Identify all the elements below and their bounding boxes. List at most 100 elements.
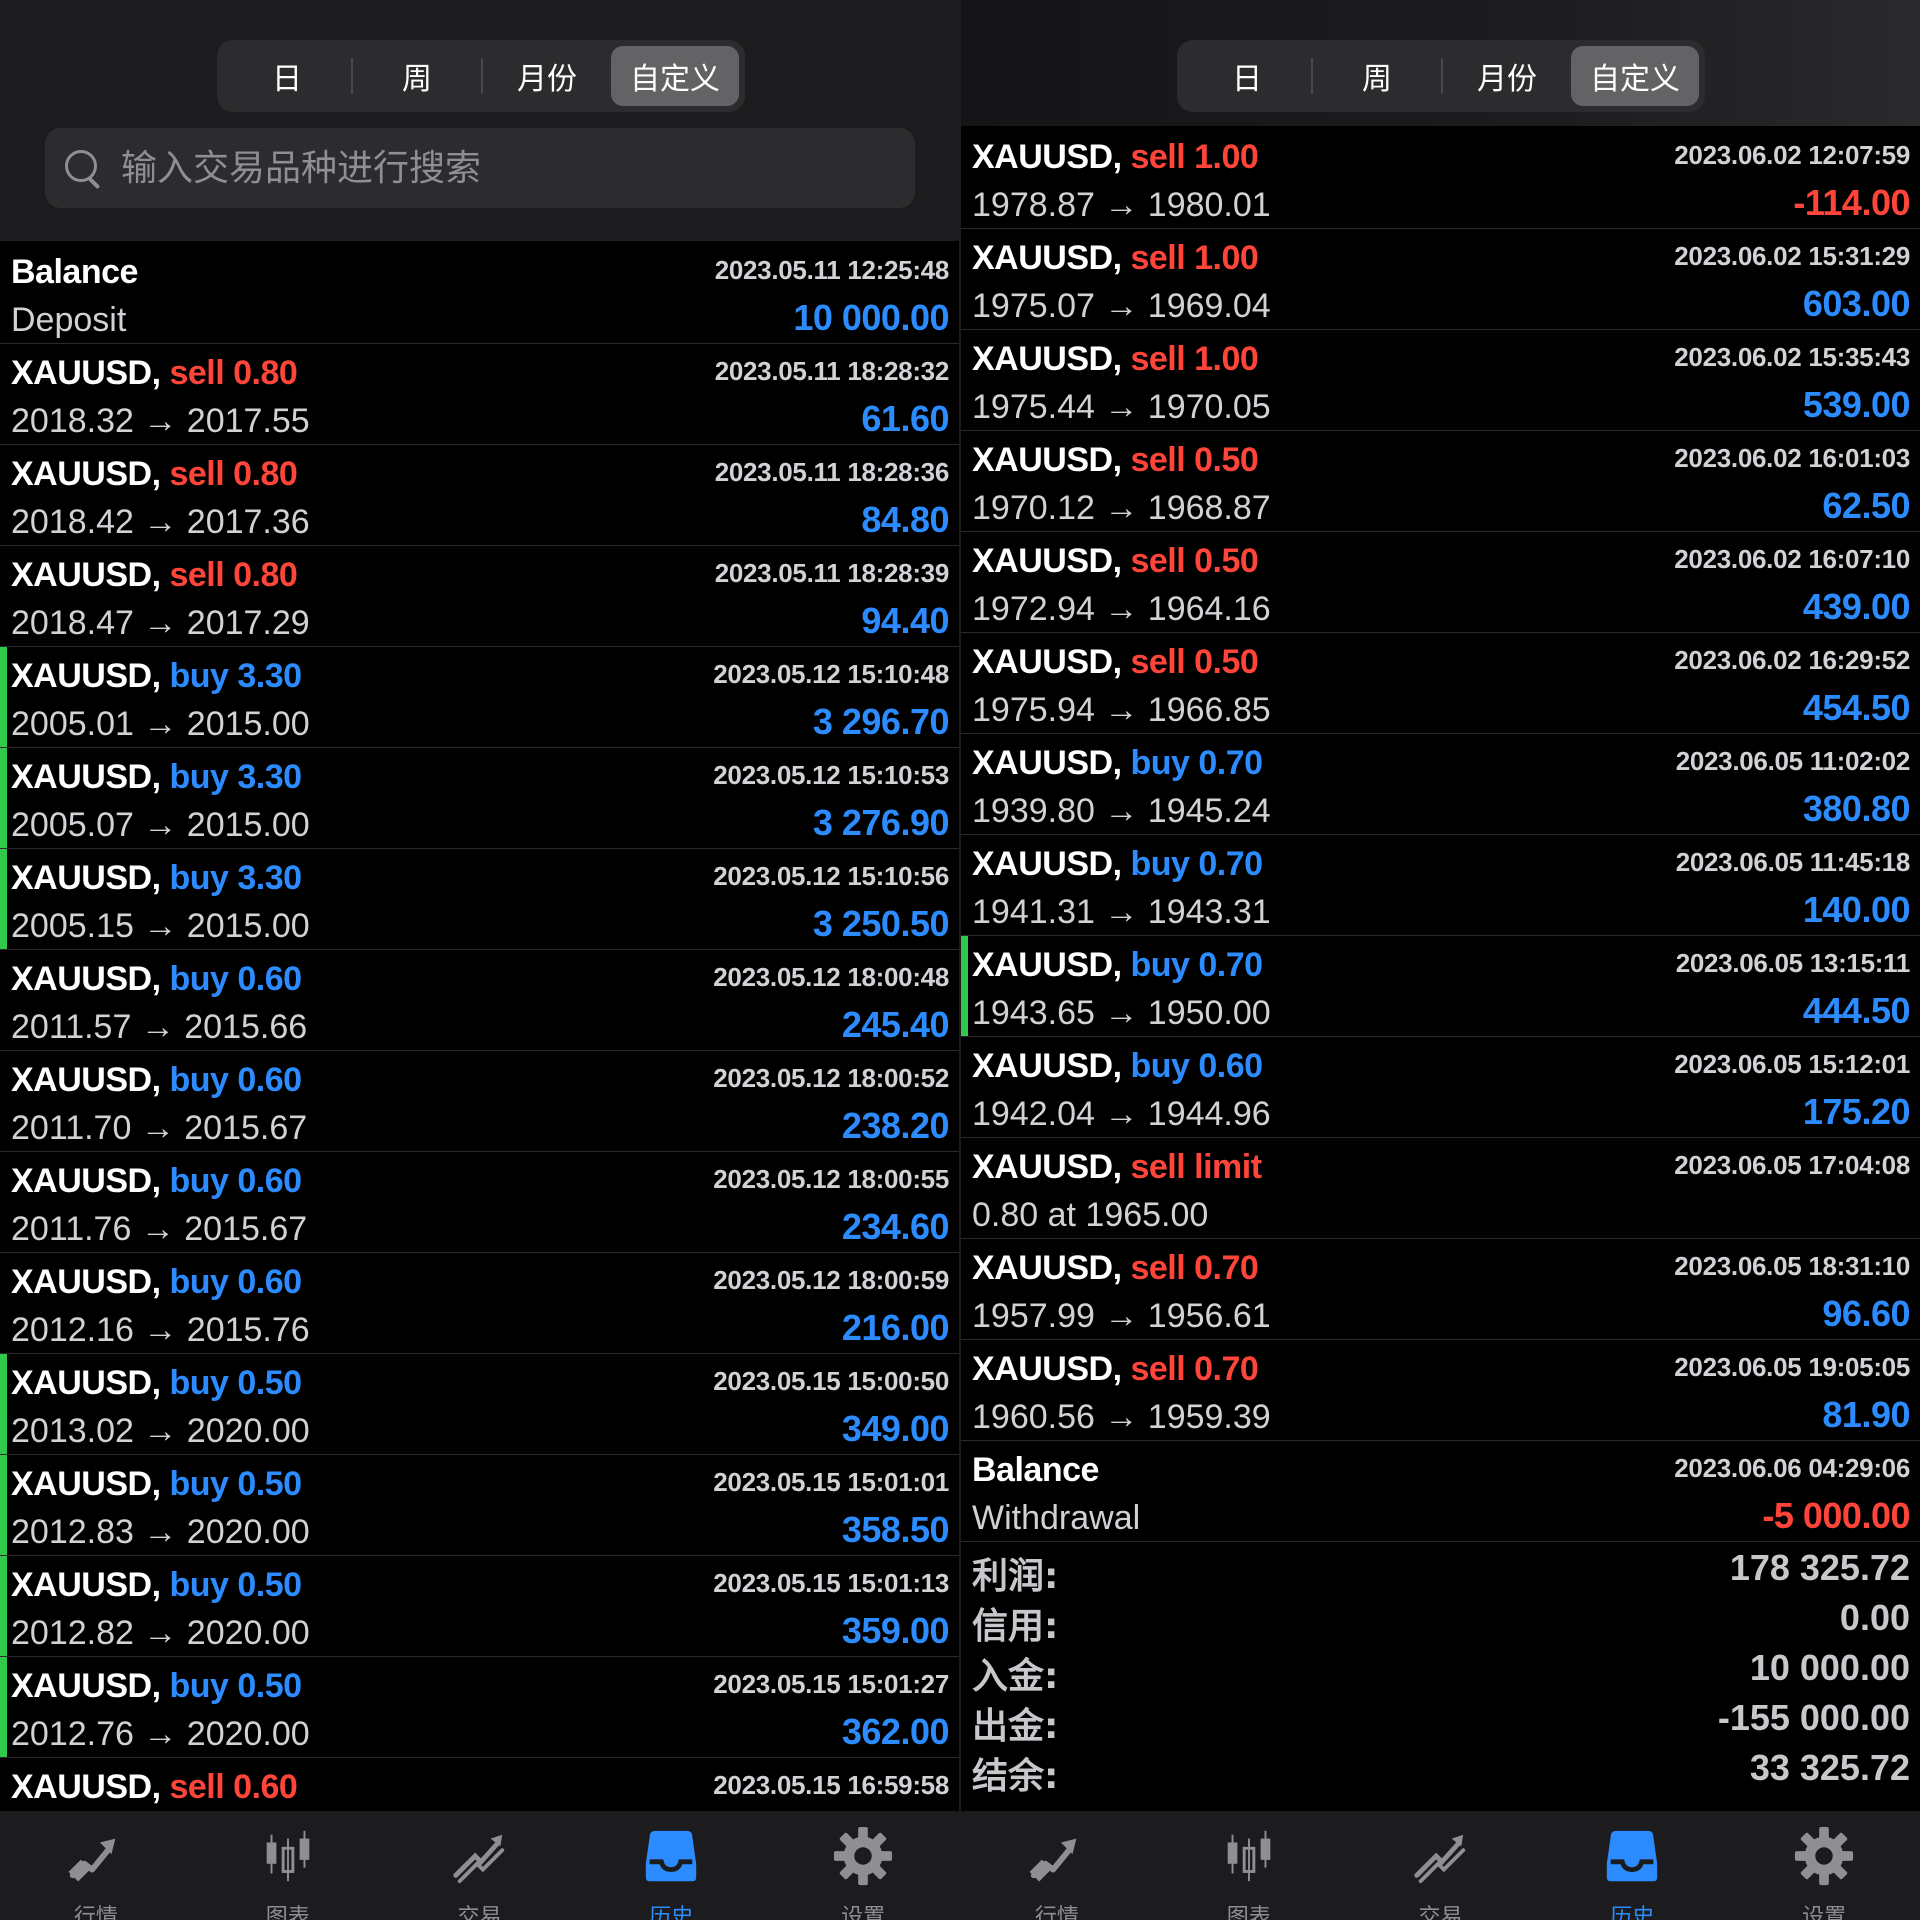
history-row[interactable]: XAUUSD, buy 0.60 2012.16 → 2015.76 2023.05… <box>0 1253 959 1354</box>
history-row[interactable]: XAUUSD, buy 3.30 2005.15 → 2015.00 2023.05… <box>0 849 959 950</box>
trade-icon <box>1409 1825 1471 1891</box>
trade-action: sell limit <box>1130 1148 1262 1186</box>
search-bar[interactable] <box>45 128 915 208</box>
row-symbol: XAUUSD, buy 0.60 <box>11 1061 302 1100</box>
symbol-separator: , <box>1112 1047 1131 1085</box>
history-row[interactable]: XAUUSD, sell 1.00 1975.44 → 1970.05 2023.0… <box>961 330 1920 431</box>
tab-trade[interactable]: 交易 <box>1345 1811 1537 1920</box>
history-row[interactable]: XAUUSD, buy 0.50 2013.02 → 2020.00 2023.05… <box>0 1354 959 1455</box>
history-row[interactable]: Balance Deposit 2023.05.11 12:25:48 10 000.… <box>0 243 959 344</box>
row-symbol: XAUUSD, buy 3.30 <box>11 657 302 696</box>
history-row[interactable]: XAUUSD, sell 0.50 1972.94 → 1964.16 2023.0… <box>961 532 1920 633</box>
trade-action: sell 1.00 <box>1130 138 1259 176</box>
symbol-separator: , <box>1112 239 1131 277</box>
period-segmented-control: 日 周 月份 自定义 <box>1177 40 1705 112</box>
segment-month[interactable]: 月份 <box>483 46 611 106</box>
history-row[interactable]: XAUUSD, sell 0.80 2018.47 → 2017.29 2023.0… <box>0 546 959 647</box>
row-timestamp: 2023.06.02 12:07:59 <box>1674 140 1910 170</box>
tab-settings[interactable]: 设置 <box>1728 1811 1920 1920</box>
history-row[interactable]: XAUUSD, buy 0.70 1941.31 → 1943.31 2023.06… <box>961 835 1920 936</box>
segment-month[interactable]: 月份 <box>1443 46 1571 106</box>
history-row[interactable]: Balance Withdrawal 2023.06.06 04:29:06 -5 0… <box>961 1441 1920 1542</box>
history-row[interactable]: XAUUSD, sell 0.50 1975.94 → 1966.85 2023.0… <box>961 633 1920 734</box>
row-prices: 2005.01 → 2015.00 <box>11 705 310 743</box>
row-symbol: XAUUSD, buy 0.70 <box>972 946 1263 985</box>
history-row[interactable]: XAUUSD, buy 0.60 2011.57 → 2015.66 2023.05… <box>0 950 959 1051</box>
tab-chart[interactable]: 图表 <box>192 1811 384 1920</box>
symbol-name: XAUUSD <box>972 138 1113 176</box>
segment-day[interactable]: 日 <box>1183 46 1311 106</box>
tab-chart[interactable]: 图表 <box>1153 1811 1345 1920</box>
row-timestamp: 2023.06.05 17:04:08 <box>1674 1150 1910 1180</box>
history-row[interactable]: XAUUSD, sell limit 0.80 at 1965.00 2023.06… <box>961 1138 1920 1239</box>
tab-trade[interactable]: 交易 <box>384 1811 576 1920</box>
symbol-name: XAUUSD <box>972 1047 1113 1085</box>
symbol-separator: , <box>151 1263 170 1301</box>
symbol-name: XAUUSD <box>972 643 1113 681</box>
history-row[interactable]: XAUUSD, sell 1.00 1978.87 → 1980.01 2023.0… <box>961 128 1920 229</box>
history-list: Balance Deposit 2023.05.11 12:25:48 10 000.… <box>0 243 959 1859</box>
row-timestamp: 2023.06.02 15:35:43 <box>1674 342 1910 372</box>
history-row[interactable]: XAUUSD, buy 0.50 2012.83 → 2020.00 2023.05… <box>0 1455 959 1556</box>
history-row[interactable]: XAUUSD, buy 0.70 1939.80 → 1945.24 2023.06… <box>961 734 1920 835</box>
row-prices: 2012.76 → 2020.00 <box>11 1715 310 1753</box>
row-prices: 1975.07 → 1969.04 <box>972 287 1271 325</box>
history-row[interactable]: XAUUSD, buy 3.30 2005.01 → 2015.00 2023.05… <box>0 647 959 748</box>
row-profit: 380.80 <box>1802 788 1911 829</box>
left-history-screen: 日 周 月份 自定义 Balance Deposit 2023.05.11 12:2… <box>0 0 959 1920</box>
tab-history[interactable]: 历史 <box>1536 1811 1728 1920</box>
row-timestamp: 2023.05.11 18:28:39 <box>714 558 950 588</box>
history-row[interactable]: XAUUSD, sell 0.70 1957.99 → 1956.61 2023.0… <box>961 1239 1920 1340</box>
segment-custom[interactable]: 自定义 <box>1571 46 1699 106</box>
symbol-name: XAUUSD <box>11 1566 152 1604</box>
row-symbol: XAUUSD, sell limit <box>972 1148 1262 1187</box>
symbol-separator: , <box>151 1667 170 1705</box>
row-timestamp: 2023.06.05 11:45:18 <box>1675 847 1911 877</box>
row-timestamp: 2023.06.02 16:29:52 <box>1674 645 1910 675</box>
summary-label: 结余: <box>972 1756 1059 1797</box>
row-timestamp: 2023.06.05 15:12:01 <box>1674 1049 1910 1079</box>
history-row[interactable]: XAUUSD, buy 3.30 2005.07 → 2015.00 2023.05… <box>0 748 959 849</box>
history-row[interactable]: XAUUSD, sell 0.80 2018.32 → 2017.55 2023.0… <box>0 344 959 445</box>
tab-quotes[interactable]: 行情 <box>0 1811 192 1920</box>
row-prices: 2018.32 → 2017.55 <box>11 402 310 440</box>
row-symbol: XAUUSD, sell 0.50 <box>972 542 1259 581</box>
history-row[interactable]: XAUUSD, buy 0.60 2011.76 → 2015.67 2023.05… <box>0 1152 959 1253</box>
symbol-name: XAUUSD <box>11 1465 152 1503</box>
tab-settings[interactable]: 设置 <box>767 1811 959 1920</box>
row-profit: 175.20 <box>1802 1091 1911 1132</box>
segment-custom[interactable]: 自定义 <box>611 46 739 106</box>
tab-quotes[interactable]: 行情 <box>961 1811 1153 1920</box>
symbol-name: XAUUSD <box>11 1263 152 1301</box>
row-timestamp: 2023.05.12 18:00:59 <box>713 1265 949 1295</box>
search-input[interactable] <box>119 146 883 190</box>
summary-value: 0.00 <box>1839 1597 1910 1638</box>
segment-week[interactable]: 周 <box>1313 46 1441 106</box>
row-prices: 1942.04 → 1944.96 <box>972 1095 1271 1133</box>
history-row[interactable]: XAUUSD, sell 1.00 1975.07 → 1969.04 2023.0… <box>961 229 1920 330</box>
history-row[interactable]: XAUUSD, buy 0.50 2012.76 → 2020.00 2023.05… <box>0 1657 959 1758</box>
history-row[interactable]: XAUUSD, buy 0.60 1942.04 → 1944.96 2023.06… <box>961 1037 1920 1138</box>
row-profit: 84.80 <box>861 499 949 540</box>
segment-week[interactable]: 周 <box>353 46 481 106</box>
row-prices: 0.80 at 1965.00 <box>972 1196 1209 1234</box>
row-prices: Withdrawal <box>972 1499 1141 1537</box>
search-icon <box>63 148 103 190</box>
symbol-separator: , <box>1112 441 1131 479</box>
history-row[interactable]: XAUUSD, sell 0.50 1970.12 → 1968.87 2023.0… <box>961 431 1920 532</box>
history-row[interactable]: XAUUSD, buy 0.50 2012.82 → 2020.00 2023.05… <box>0 1556 959 1657</box>
history-row[interactable]: XAUUSD, sell 0.70 1960.56 → 1959.39 2023.0… <box>961 1340 1920 1441</box>
row-timestamp: 2023.06.05 18:31:10 <box>1674 1251 1910 1281</box>
history-row[interactable]: XAUUSD, sell 0.80 2018.42 → 2017.36 2023.0… <box>0 445 959 546</box>
row-timestamp: 2023.05.15 15:00:50 <box>713 1366 949 1396</box>
trade-action: buy 0.60 <box>169 1162 302 1200</box>
row-timestamp: 2023.06.05 13:15:11 <box>1675 948 1911 978</box>
segment-day[interactable]: 日 <box>223 46 351 106</box>
row-symbol: XAUUSD, buy 0.50 <box>11 1364 302 1403</box>
row-timestamp: 2023.06.02 16:01:03 <box>1674 443 1910 473</box>
row-symbol: XAUUSD, buy 3.30 <box>11 859 302 898</box>
history-row[interactable]: XAUUSD, buy 0.70 1943.65 → 1950.00 2023.06… <box>961 936 1920 1037</box>
tab-history[interactable]: 历史 <box>575 1811 767 1920</box>
history-row[interactable]: XAUUSD, buy 0.60 2011.70 → 2015.67 2023.05… <box>0 1051 959 1152</box>
row-prices: 1978.87 → 1980.01 <box>972 186 1271 224</box>
